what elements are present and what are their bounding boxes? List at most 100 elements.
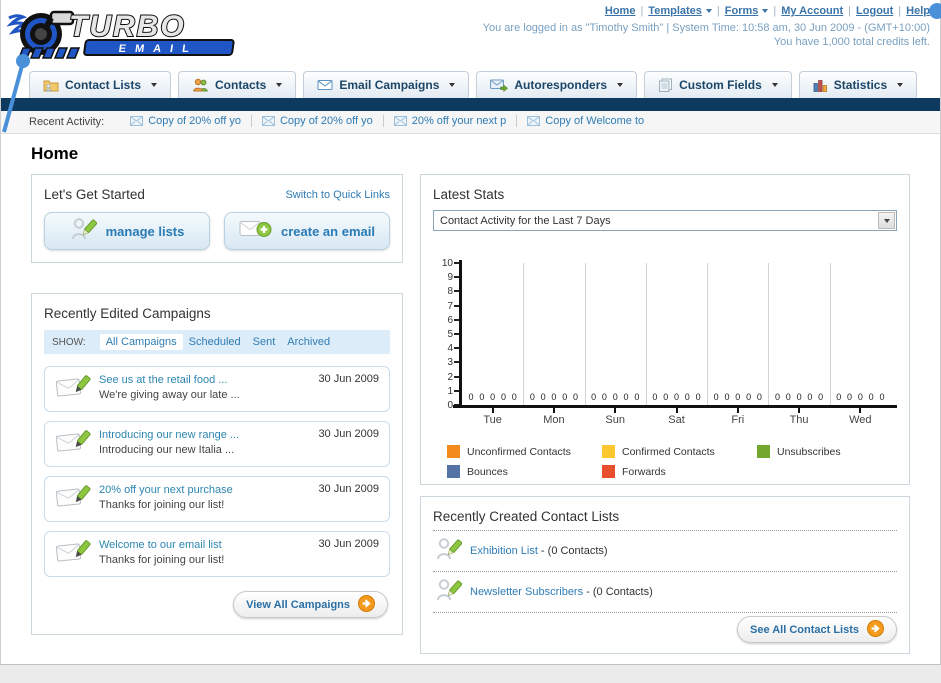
tab-statistics[interactable]: Statistics <box>798 71 918 98</box>
legend-label: Unconfirmed Contacts <box>467 445 571 458</box>
tab-autoresponders[interactable]: Autoresponders <box>476 71 638 98</box>
campaign-row[interactable]: Welcome to our email list Thanks for join… <box>44 531 390 577</box>
recently-created-contact-lists-panel: Recently Created Contact Lists Exhibitio… <box>420 496 910 654</box>
campaign-text: Welcome to our email list Thanks for join… <box>99 538 310 570</box>
legend-label: Unsubscribes <box>777 445 841 458</box>
link-separator: | <box>773 5 777 17</box>
chart-value-label: 0 <box>879 392 885 402</box>
chevron-down-icon <box>705 9 712 14</box>
chart-legend: Unconfirmed Contacts Confirmed Contacts Un… <box>447 445 897 478</box>
contact-list-count: - (0 Contacts) <box>537 545 608 557</box>
contact-list-name-link[interactable]: Newsletter Subscribers <box>470 586 583 598</box>
campaign-title-link[interactable]: See us at the retail food ... <box>99 373 310 388</box>
email-campaigns-icon <box>317 79 333 91</box>
top-link-forms[interactable]: Forms <box>725 5 769 17</box>
see-all-contact-lists-button[interactable]: See All Contact Lists <box>736 616 897 643</box>
x-axis-tick-mark <box>859 408 862 413</box>
recent-activity-item[interactable]: Copy of Welcome to <box>517 115 654 127</box>
recent-activity-item-label: 20% off your next p <box>411 115 507 127</box>
filter-sent[interactable]: Sent <box>247 334 282 350</box>
x-axis-tick-label: Tue <box>483 414 502 426</box>
contact-list-row[interactable]: Exhibition List - (0 Contacts) <box>433 530 897 571</box>
tab-contact-lists[interactable]: Contact Lists <box>29 71 172 98</box>
contact-list-text: Exhibition List - (0 Contacts) <box>470 545 608 557</box>
top-link-templates[interactable]: Templates <box>648 5 712 17</box>
navy-divider-bar <box>1 98 940 111</box>
create-an-email-button[interactable]: create an email <box>224 212 390 250</box>
envelope-icon <box>261 116 275 126</box>
top-link-home[interactable]: Home <box>605 5 636 17</box>
legend-swatch <box>602 445 615 458</box>
campaign-row[interactable]: See us at the retail food ... We're givin… <box>44 366 390 412</box>
manage-lists-button[interactable]: manage lists <box>44 212 210 250</box>
tab-label: Custom Fields <box>679 78 762 92</box>
campaign-subtitle: Thanks for joining our list! <box>99 554 225 566</box>
contact-list-row[interactable]: Newsletter Subscribers - (0 Contacts) <box>433 571 897 613</box>
filter-all-campaigns[interactable]: All Campaigns <box>99 334 183 350</box>
campaign-title-link[interactable]: Introducing our new range ... <box>99 428 310 443</box>
filter-scheduled[interactable]: Scheduled <box>183 334 247 350</box>
recent-activity-item-label: Copy of Welcome to <box>545 115 645 127</box>
recent-activity-item[interactable]: Copy of 20% off yo <box>252 115 384 127</box>
envelope-icon <box>393 116 407 126</box>
link-separator: | <box>640 5 644 17</box>
chevron-down-icon <box>449 83 456 87</box>
chart-value-label: 0 <box>623 392 629 402</box>
contact-lists-title: Recently Created Contact Lists <box>433 509 620 524</box>
recent-activity-item[interactable]: 20% off your next p <box>384 115 518 127</box>
envelope-pencil-icon <box>55 483 91 515</box>
chart-value-label: 0 <box>847 392 853 402</box>
x-axis-tick-label: Mon <box>543 414 565 426</box>
chart-value-label: 0 <box>868 392 874 402</box>
person-pencil-icon <box>435 577 463 607</box>
contact-list-items: Exhibition List - (0 Contacts) Newsletter… <box>433 530 897 613</box>
tab-label: Contacts <box>215 78 267 92</box>
chart-value-label: 0 <box>490 392 496 402</box>
tab-contacts[interactable]: Contacts <box>178 71 297 98</box>
stats-period-dropdown[interactable]: Contact Activity for the Last 7 Days <box>433 210 897 231</box>
tab-email-campaigns[interactable]: Email Campaigns <box>303 71 470 98</box>
campaign-title-link[interactable]: 20% off your next purchase <box>99 483 310 498</box>
campaign-text: 20% off your next purchase Thanks for joi… <box>99 483 310 515</box>
top-link-logout[interactable]: Logout <box>856 5 893 17</box>
recent-activity-label: Recent Activity: <box>29 116 105 128</box>
recent-activity-item-label: Copy of 20% off yo <box>148 115 241 127</box>
link-separator: | <box>848 5 852 17</box>
view-all-campaigns-button[interactable]: View All Campaigns <box>233 591 388 618</box>
contact-list-count: - (0 Contacts) <box>583 586 653 598</box>
campaign-row[interactable]: Introducing our new range ... Introducing… <box>44 421 390 467</box>
view-all-campaigns-label: View All Campaigns <box>246 598 350 611</box>
chart-gridline <box>707 263 709 405</box>
chart-value-label: 0 <box>684 392 690 402</box>
contact-activity-chart: 10 9 8 7 6 5 4 3 2 1 0 0 0 0 0 0 Tue 0 0 0 0 0 Mon 0 0 0 0 0 Sun 0 0 0 0… <box>433 257 897 429</box>
switch-to-quick-links-link[interactable]: Switch to Quick Links <box>285 189 390 201</box>
chevron-down-icon <box>762 9 769 14</box>
chart-value-label: 0 <box>695 392 701 402</box>
tab-custom-fields[interactable]: Custom Fields <box>644 71 792 98</box>
campaign-date: 30 Jun 2009 <box>318 483 379 495</box>
contact-list-name-link[interactable]: Exhibition List <box>470 545 538 557</box>
envelope-pencil-icon <box>55 428 91 460</box>
y-axis-tick-label: 6 <box>447 314 453 326</box>
y-axis-tick-label: 8 <box>447 286 453 298</box>
top-link-help[interactable]: Help <box>906 5 930 17</box>
see-all-contact-lists-label: See All Contact Lists <box>749 623 859 636</box>
chevron-down-icon <box>617 83 624 87</box>
filter-archived[interactable]: Archived <box>281 334 336 350</box>
campaign-title-link[interactable]: Welcome to our email list <box>99 538 310 553</box>
y-axis-tick-label: 4 <box>447 343 453 355</box>
chart-gridline <box>645 263 647 405</box>
chart-value-label: 0 <box>735 392 741 402</box>
get-started-title: Let's Get Started <box>44 187 145 202</box>
campaigns-panel-title: Recently Edited Campaigns <box>44 306 211 321</box>
campaign-row[interactable]: 20% off your next purchase Thanks for joi… <box>44 476 390 522</box>
recent-activity-item[interactable]: Copy of 20% off yo <box>120 115 252 127</box>
tab-label: Email Campaigns <box>339 78 440 92</box>
x-axis-tick-mark <box>491 408 494 413</box>
chart-y-axis <box>459 260 462 408</box>
legend-swatch <box>447 465 460 478</box>
recent-activity-items: Copy of 20% off yo Copy of 20% off yo 20% … <box>120 115 654 129</box>
top-link-my-account[interactable]: My Account <box>781 5 843 17</box>
chart-gridline <box>768 263 770 405</box>
legend-item-forwards: Forwards <box>602 465 757 478</box>
